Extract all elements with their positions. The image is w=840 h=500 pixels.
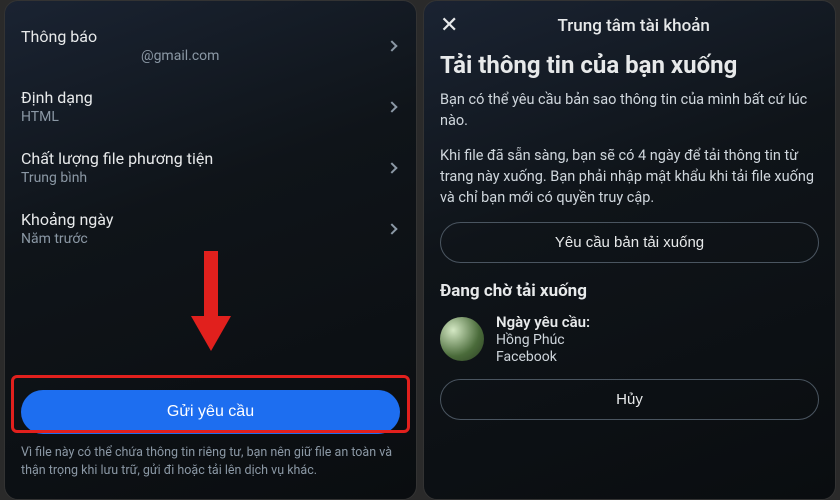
platform-name: Facebook	[496, 349, 590, 365]
request-download-button[interactable]: Yêu cầu bản tải xuống	[440, 222, 819, 263]
setting-date-range[interactable]: Khoảng ngày Năm trước	[21, 198, 400, 259]
close-icon[interactable]: ✕	[440, 15, 458, 37]
left-screen: Thông báo @gmail.com Định dạng HTML Chất…	[4, 0, 417, 500]
header-title: Trung tâm tài khoản	[478, 16, 789, 36]
right-screen: ✕ Trung tâm tài khoản Tải thông tin của …	[423, 0, 836, 500]
setting-label: Chất lượng file phương tiện	[21, 149, 213, 168]
setting-value: HTML	[21, 109, 93, 125]
chevron-right-icon	[386, 223, 397, 234]
red-arrow-annotation	[186, 246, 236, 356]
setting-value: Trung bình	[21, 170, 213, 186]
modal-header: ✕ Trung tâm tài khoản	[440, 15, 819, 37]
page-title: Tải thông tin của bạn xuống	[440, 51, 819, 79]
setting-label: Thông báo	[21, 27, 219, 46]
setting-media-quality[interactable]: Chất lượng file phương tiện Trung bình	[21, 137, 400, 198]
cancel-button[interactable]: Hủy	[440, 379, 819, 420]
setting-value: Năm trước	[21, 231, 113, 247]
setting-notification[interactable]: Thông báo @gmail.com	[21, 15, 400, 76]
user-avatar	[440, 317, 484, 361]
setting-format[interactable]: Định dạng HTML	[21, 76, 400, 137]
pending-download-item[interactable]: Ngày yêu cầu: Hồng Phúc Facebook	[440, 313, 819, 365]
setting-label: Khoảng ngày	[21, 210, 113, 229]
chevron-right-icon	[386, 40, 397, 51]
privacy-footer-text: Vì file này có thể chứa thông tin riêng …	[21, 444, 400, 479]
intro-paragraph-1: Bạn có thể yêu cầu bản sao thông tin của…	[440, 89, 819, 131]
chevron-right-icon	[386, 101, 397, 112]
chevron-right-icon	[386, 162, 397, 173]
intro-paragraph-2: Khi file đã sẵn sàng, bạn sẽ có 4 ngày đ…	[440, 145, 819, 208]
request-date-label: Ngày yêu cầu:	[496, 313, 590, 331]
submit-request-button[interactable]: Gửi yêu cầu	[21, 390, 400, 434]
user-name: Hồng Phúc	[496, 332, 590, 348]
setting-value: @gmail.com	[21, 48, 219, 64]
setting-label: Định dạng	[21, 88, 93, 107]
pending-heading: Đang chờ tải xuống	[440, 281, 819, 301]
